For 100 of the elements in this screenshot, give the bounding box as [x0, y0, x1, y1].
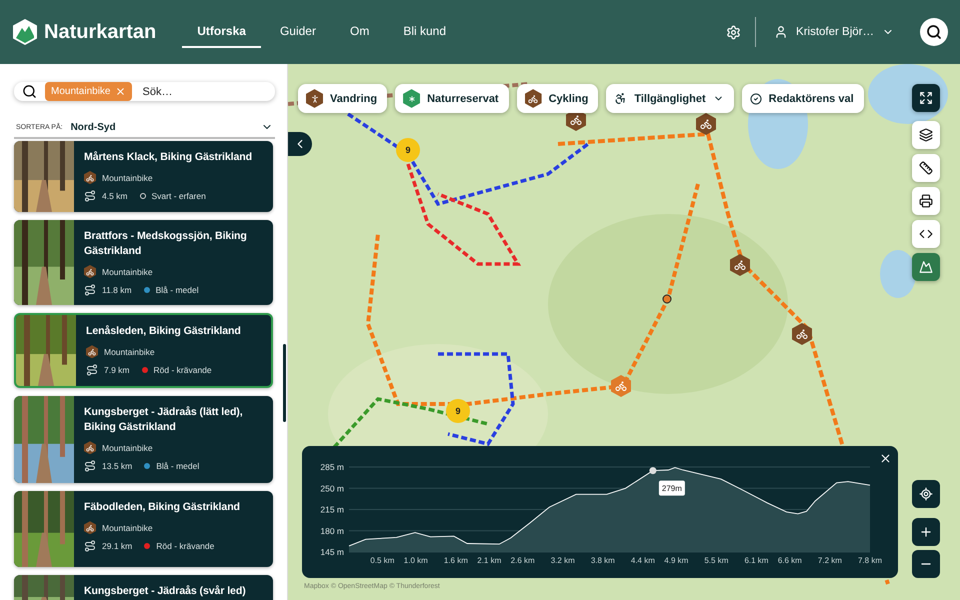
card-title: Fäbodleden, Biking Gästrikland: [84, 500, 240, 516]
difficulty-text: Blå - medel: [156, 461, 200, 472]
plus-icon: [919, 525, 933, 539]
bike-icon: [615, 380, 627, 392]
bicycle-icon: [86, 268, 94, 276]
user-icon: [774, 25, 788, 39]
trail-card[interactable]: Kungsberget - Jädraås (lätt led), Biking Gästrikland Mountainbike 13.5 km Blå - medel: [14, 396, 273, 484]
bike-icon: [796, 328, 808, 340]
distance-text: 11.8 km: [102, 285, 132, 296]
nav-tab[interactable]: Om: [334, 16, 384, 48]
filter-chip[interactable]: Redaktörens val: [742, 84, 864, 113]
print-button[interactable]: [912, 187, 940, 215]
axis-label: 6.1 km: [744, 556, 768, 565]
filter-chip[interactable]: Naturreservat: [395, 84, 509, 113]
trail-card[interactable]: Lenåsleden, Biking Gästrikland Mountainbike 7.9 km Röd - krävande: [14, 313, 273, 388]
route-icon: [84, 540, 96, 552]
card-title: Brattfors - Medskogssjön, Biking Gästrikland: [84, 229, 248, 259]
distance-text: 29.1 km: [102, 541, 132, 552]
axis-label: 180 m: [320, 526, 344, 536]
user-menu[interactable]: Kristofer Björ…: [768, 24, 900, 40]
filter-chip[interactable]: Cykling: [516, 84, 598, 113]
axis-label: 2.6 km: [510, 556, 535, 565]
bicycle-icon: [88, 348, 96, 356]
zoom-out-button[interactable]: [912, 550, 940, 578]
search-icon: [926, 24, 942, 40]
distance-text: 7.9 km: [104, 365, 130, 376]
scrollbar[interactable]: [283, 344, 286, 422]
nav-tab[interactable]: Guider: [264, 16, 331, 48]
locate-button[interactable]: [912, 480, 940, 508]
fullscreen-button[interactable]: [912, 84, 940, 112]
star-icon: [406, 94, 417, 104]
collapse-button[interactable]: [288, 132, 312, 156]
axis-label: 145 m: [320, 547, 344, 557]
close-icon: [879, 452, 892, 465]
logo-text: Naturkartan: [44, 20, 156, 44]
axis-label: 7.8 km: [858, 556, 882, 565]
axis-label: 285 m: [320, 462, 344, 472]
distance-text: 13.5 km: [102, 461, 132, 472]
nav-tab[interactable]: Bli kund: [388, 16, 462, 48]
sort-dropdown[interactable]: Nord-Syd: [70, 121, 273, 133]
print-icon: [919, 194, 933, 208]
card-title: Lenåsleden, Biking Gästrikland: [86, 324, 241, 340]
accessibility-icon: [614, 92, 628, 105]
axis-label: 0.5 km: [370, 556, 394, 565]
axis-label: 1.6 km: [444, 556, 468, 565]
category-text: Mountainbike: [104, 346, 155, 357]
bike-icon: [570, 114, 582, 126]
bike-icon: [734, 259, 746, 271]
ruler-button[interactable]: [912, 154, 940, 182]
axis-label: 3.2 km: [550, 556, 575, 565]
axis-label: 3.8 km: [590, 556, 615, 565]
nav-tab[interactable]: Utforska: [182, 16, 261, 48]
trail-card[interactable]: Mårtens Klack, Biking Gästrikland Mountainbike 4.5 km Svart - erfaren: [14, 141, 273, 212]
bicycle-icon: [86, 444, 94, 452]
person-icon: [310, 94, 320, 104]
route-icon: [84, 284, 96, 296]
hover-point: [649, 467, 656, 474]
code-icon: [919, 227, 933, 241]
zoom-in-button[interactable]: [912, 518, 940, 546]
filter-chip[interactable]: Tillgänglighet: [606, 84, 734, 113]
search-button[interactable]: [920, 18, 948, 46]
difficulty-text: Röd - krävande: [154, 365, 212, 376]
close-icon[interactable]: [115, 86, 126, 97]
route-icon: [86, 364, 98, 376]
elevation-icon: [919, 260, 933, 274]
category-text: Mountainbike: [102, 522, 153, 533]
layers-icon: [919, 128, 933, 142]
axis-label: 215 m: [320, 504, 344, 514]
fullscreen-icon: [919, 91, 933, 105]
axis-label: 250 m: [320, 483, 344, 494]
route-icon: [84, 190, 96, 202]
category-text: Mountainbike: [102, 442, 153, 453]
tooltip-text: 279m: [662, 484, 682, 494]
category-text: Mountainbike: [102, 172, 153, 183]
bicycle-icon: [86, 524, 94, 532]
axis-label: 4.9 km: [664, 556, 688, 565]
route-icon: [84, 460, 96, 472]
trail-card[interactable]: Kungsberget - Jädraås (svår led): [14, 575, 273, 600]
axis-label: 5.5 km: [704, 556, 728, 565]
card-title: Kungsberget - Jädraås (svår led): [84, 584, 246, 600]
trail-card[interactable]: Fäbodleden, Biking Gästrikland Mountainbike 29.1 km Röd - krävande: [14, 491, 273, 568]
filter-chip[interactable]: Vandring: [298, 84, 388, 113]
elevation-button[interactable]: [912, 253, 940, 281]
axis-label: 2.1 km: [477, 556, 502, 565]
search-icon: [22, 84, 37, 99]
code-button[interactable]: [912, 220, 940, 248]
settings-icon: [726, 24, 742, 40]
distance-text: 4.5 km: [102, 191, 128, 202]
axis-label: 6.6 km: [778, 556, 802, 565]
logo-icon: [12, 18, 38, 46]
axis-label: 7.2 km: [818, 556, 842, 565]
difficulty-text: Svart - erfaren: [152, 191, 206, 202]
layers-button[interactable]: [912, 121, 940, 149]
tooltip-background: [658, 480, 685, 496]
trail-card[interactable]: Brattfors - Medskogssjön, Biking Gästrikland Mountainbike 11.8 km Blå - medel: [14, 220, 273, 306]
card-title: Kungsberget - Jädraås (lätt led), Biking Gästrikland: [84, 405, 244, 436]
bicycle-icon: [86, 174, 94, 182]
axis-label: 1.0 km: [404, 556, 428, 565]
category-text: Mountainbike: [102, 266, 153, 277]
bike-icon: [700, 118, 712, 130]
